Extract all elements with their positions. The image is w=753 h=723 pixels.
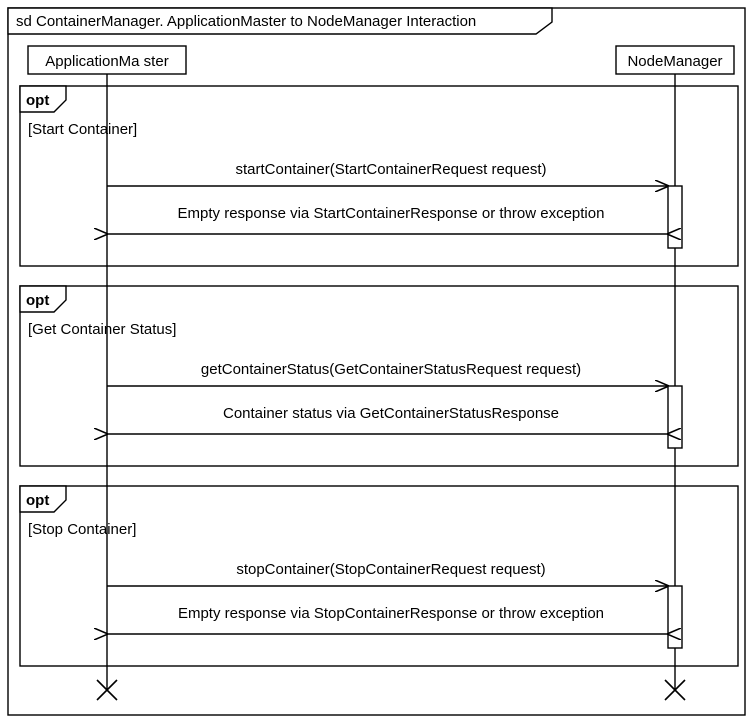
diagram-title-tab: sd ContainerManager. ApplicationMaster t…: [8, 8, 552, 34]
message-label: getContainerStatus(GetContainerStatusReq…: [201, 361, 581, 378]
fragment-operator: opt: [26, 492, 49, 509]
message-label: Empty response via StopContainerResponse…: [178, 605, 604, 622]
participant-right: NodeManager: [616, 46, 734, 74]
message-label: stopContainer(StopContainerRequest reque…: [236, 561, 545, 578]
fragment-operator: opt: [26, 292, 49, 309]
diagram-title: sd ContainerManager. ApplicationMaster t…: [16, 13, 476, 30]
message-label: startContainer(StartContainerRequest req…: [236, 161, 547, 178]
activation-bar: [668, 586, 682, 648]
fragment-guard: [Stop Container]: [28, 521, 136, 538]
activation-bar: [668, 386, 682, 448]
fragment-guard: [Start Container]: [28, 121, 137, 138]
fragment-operator: opt: [26, 92, 49, 109]
participant-right-label: NodeManager: [627, 53, 722, 70]
fragment-guard: [Get Container Status]: [28, 321, 176, 338]
activation-bar: [668, 186, 682, 248]
message-label: Empty response via StartContainerRespons…: [178, 205, 605, 222]
message-label: Container status via GetContainerStatusR…: [223, 405, 559, 422]
sequence-diagram: sd ContainerManager. ApplicationMaster t…: [0, 0, 753, 723]
participant-left: ApplicationMa ster: [28, 46, 186, 74]
participant-left-label: ApplicationMa ster: [45, 53, 168, 70]
